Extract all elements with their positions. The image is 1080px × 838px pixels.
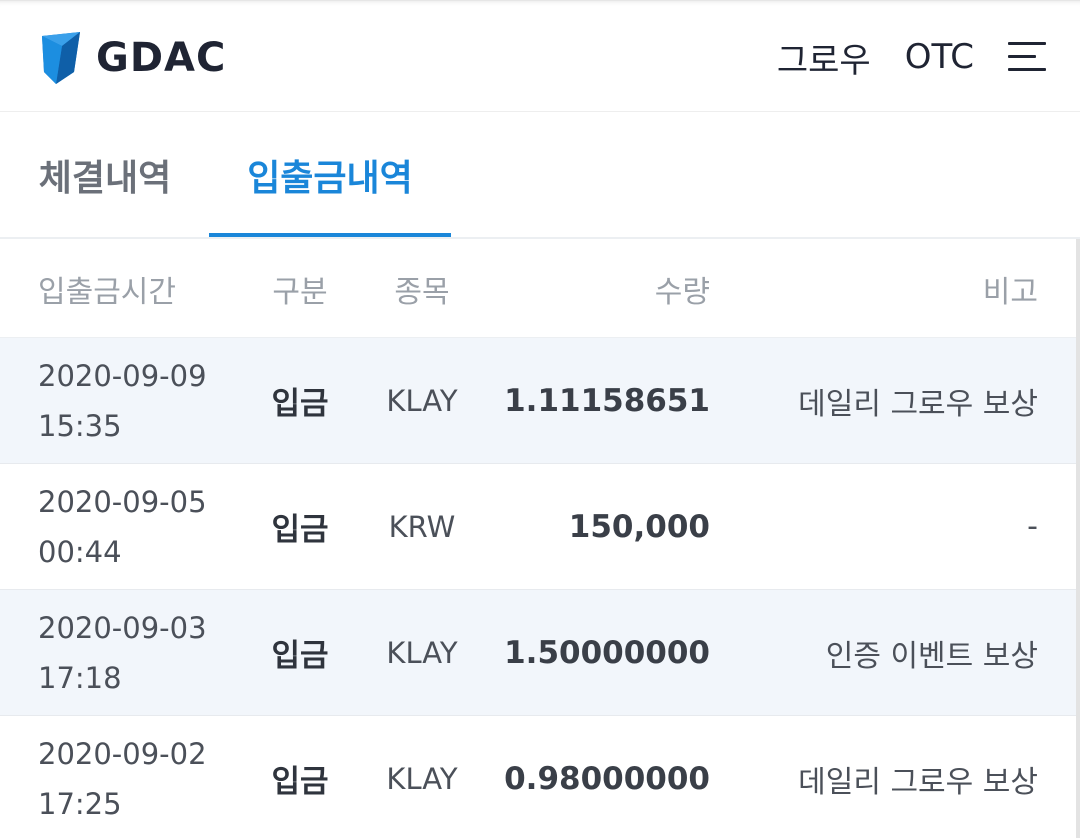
cell-note: 데일리 그로우 보상 xyxy=(798,764,1038,800)
cell-amount: 150,000 xyxy=(568,508,710,545)
cell-datetime: 2020-09-05 00:44 xyxy=(38,464,238,589)
table-header: 입출금시간 구분 종목 수량 비고 xyxy=(0,239,1076,338)
cell-amount: 0.98000000 xyxy=(504,760,710,797)
nav-otc[interactable]: OTC xyxy=(905,37,974,77)
table-row[interactable]: 2020-09-09 15:35 입금 KLAY 1.11158651 데일리 … xyxy=(0,338,1076,464)
cell-date: 2020-09-03 xyxy=(38,610,207,645)
column-header-note: 비고 xyxy=(982,274,1038,310)
tab-trade-history[interactable]: 체결내역 xyxy=(10,112,200,237)
cell-type: 입금 xyxy=(271,512,329,548)
cell-time: 17:25 xyxy=(38,786,122,821)
column-header-coin: 종목 xyxy=(394,274,450,310)
cell-datetime: 2020-09-03 17:18 xyxy=(38,590,238,715)
cell-coin: KLAY xyxy=(386,635,458,670)
cell-coin: KLAY xyxy=(386,761,458,796)
hamburger-menu-icon[interactable] xyxy=(1008,42,1046,72)
column-header-time: 입출금시간 xyxy=(38,274,176,310)
cell-time: 15:35 xyxy=(38,408,122,443)
cell-datetime: 2020-09-02 17:25 xyxy=(38,716,238,838)
table-row[interactable]: 2020-09-05 00:44 입금 KRW 150,000 - xyxy=(0,464,1076,590)
column-header-amount: 수량 xyxy=(654,274,710,310)
gdac-logo-icon xyxy=(42,32,80,84)
cell-note: - xyxy=(1027,509,1038,544)
top-nav: 그로우 OTC xyxy=(777,31,1046,83)
table-row[interactable]: 2020-09-03 17:18 입금 KLAY 1.50000000 인증 이… xyxy=(0,590,1076,716)
cell-coin: KRW xyxy=(388,509,456,544)
cell-time: 00:44 xyxy=(38,534,122,569)
tab-deposit-withdrawal-history[interactable]: 입출금내역 xyxy=(209,112,451,237)
cell-amount: 1.11158651 xyxy=(504,382,710,419)
cell-date: 2020-09-05 xyxy=(38,484,207,519)
history-tabs: 체결내역 입출금내역 xyxy=(0,112,1080,239)
cell-time: 17:18 xyxy=(38,660,122,695)
cell-coin: KLAY xyxy=(386,383,458,418)
cell-date: 2020-09-09 xyxy=(38,358,207,393)
page: GDAC 그로우 OTC 체결내역 입출금내역 입출금시간 구분 종목 수량 비… xyxy=(0,0,1080,838)
logo[interactable]: GDAC xyxy=(40,31,226,85)
cell-type: 입금 xyxy=(271,386,329,422)
column-header-type: 구분 xyxy=(272,274,328,310)
nav-grow[interactable]: 그로우 xyxy=(777,33,871,82)
cell-date: 2020-09-02 xyxy=(38,736,207,771)
cell-note: 인증 이벤트 보상 xyxy=(825,638,1038,674)
logo-text: GDAC xyxy=(96,35,227,81)
scrollbar[interactable] xyxy=(1076,239,1080,838)
cell-type: 입금 xyxy=(271,638,329,674)
table-row[interactable]: 2020-09-02 17:25 입금 KLAY 0.98000000 데일리 … xyxy=(0,716,1076,838)
cell-datetime: 2020-09-09 15:35 xyxy=(38,338,238,463)
cell-type: 입금 xyxy=(271,764,329,800)
app-header: GDAC 그로우 OTC xyxy=(0,0,1080,112)
cell-amount: 1.50000000 xyxy=(504,634,710,671)
active-tab-indicator xyxy=(209,233,451,237)
cell-note: 데일리 그로우 보상 xyxy=(798,386,1038,422)
transactions-table: 입출금시간 구분 종목 수량 비고 2020-09-09 15:35 입금 KL… xyxy=(0,239,1076,838)
